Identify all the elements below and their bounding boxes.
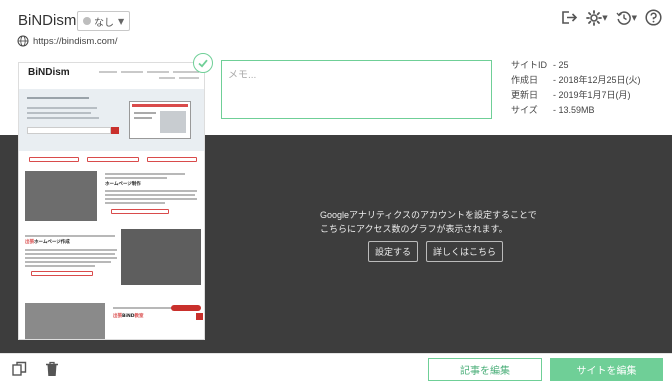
footer-icon-group <box>12 361 59 377</box>
site-name: BiNDism <box>18 12 77 29</box>
check-icon <box>198 59 208 68</box>
help-icon <box>645 9 662 26</box>
site-url-row: https://bindism.com/ <box>17 35 117 47</box>
analytics-message-line-1: Googleアナリティクスのアカウントを設定することで <box>320 210 537 220</box>
history-button[interactable]: ▼ <box>616 10 637 26</box>
thumbnail-scroll-top <box>196 313 203 320</box>
meta-row-site-id: サイトID - 25 <box>511 57 641 72</box>
chevron-down-icon: ▼ <box>602 13 608 22</box>
duplicate-icon[interactable] <box>12 361 27 377</box>
memo-textarea[interactable]: メモ... <box>221 60 492 119</box>
selected-check-badge <box>193 53 213 73</box>
meta-label: 作成日 <box>511 75 539 85</box>
meta-value: - 13.59MB <box>553 104 595 115</box>
meta-value: - 2018年12月25日(火) <box>553 75 641 85</box>
header-toolbar: ▼ ▼ <box>561 9 662 26</box>
analytics-message: Googleアナリティクスのアカウントを設定することで こちらにアクセス数のグラ… <box>320 208 560 236</box>
settings-button[interactable]: ▼ <box>586 9 608 26</box>
history-icon <box>616 10 631 25</box>
site-thumbnail[interactable]: BiNDism ホームページ制作 出張ホームページ作成 出張BiND教室 <box>18 62 205 340</box>
globe-icon <box>17 35 29 47</box>
status-select[interactable]: なし ▼ <box>77 11 130 31</box>
status-dot <box>83 17 91 25</box>
site-url-link[interactable]: https://bindism.com/ <box>33 36 117 47</box>
edit-article-button[interactable]: 記事を編集 <box>428 358 542 381</box>
site-meta-list: サイトID - 25 作成日 - 2018年12月25日(火) 更新日 - 20… <box>511 57 641 117</box>
meta-value: - 2019年1月7日(月) <box>553 90 631 100</box>
thumbnail-logo: BiNDism <box>28 67 70 78</box>
thumbnail-section-title-3: 出張BiND教室 <box>113 314 144 319</box>
meta-label: サイトID <box>511 60 548 70</box>
meta-row-created: 作成日 - 2018年12月25日(火) <box>511 72 641 87</box>
analytics-buttons: 設定する 詳しくはこちら <box>368 241 504 262</box>
meta-row-updated: 更新日 - 2019年1月7日(月) <box>511 87 641 102</box>
meta-label: 更新日 <box>511 90 539 100</box>
logout-icon <box>562 11 578 24</box>
chevron-down-icon: ▼ <box>631 13 637 22</box>
status-value: なし <box>94 17 114 29</box>
footer-bar: 記事を編集 サイトを編集 <box>0 353 672 384</box>
thumbnail-section-title: ホームページ制作 <box>105 182 141 187</box>
meta-value: - 25 <box>553 59 569 70</box>
analytics-message-line-2: こちらにアクセス数のグラフが表示されます。 <box>320 224 508 234</box>
meta-label: サイズ <box>511 105 538 115</box>
logout-button[interactable] <box>561 10 578 25</box>
analytics-setup-button[interactable]: 設定する <box>368 241 419 262</box>
thumbnail-section-title-2: 出張ホームページ作成 <box>25 240 70 245</box>
help-button[interactable] <box>645 9 662 26</box>
thumbnail-laptop-image <box>129 101 191 139</box>
gear-icon <box>586 9 603 26</box>
analytics-details-button[interactable]: 詳しくはこちら <box>426 241 504 262</box>
edit-site-button[interactable]: サイトを編集 <box>550 358 663 381</box>
trash-icon[interactable] <box>45 361 59 377</box>
chevron-down-icon: ▼ <box>118 16 125 26</box>
meta-row-size: サイズ - 13.59MB <box>511 102 641 117</box>
